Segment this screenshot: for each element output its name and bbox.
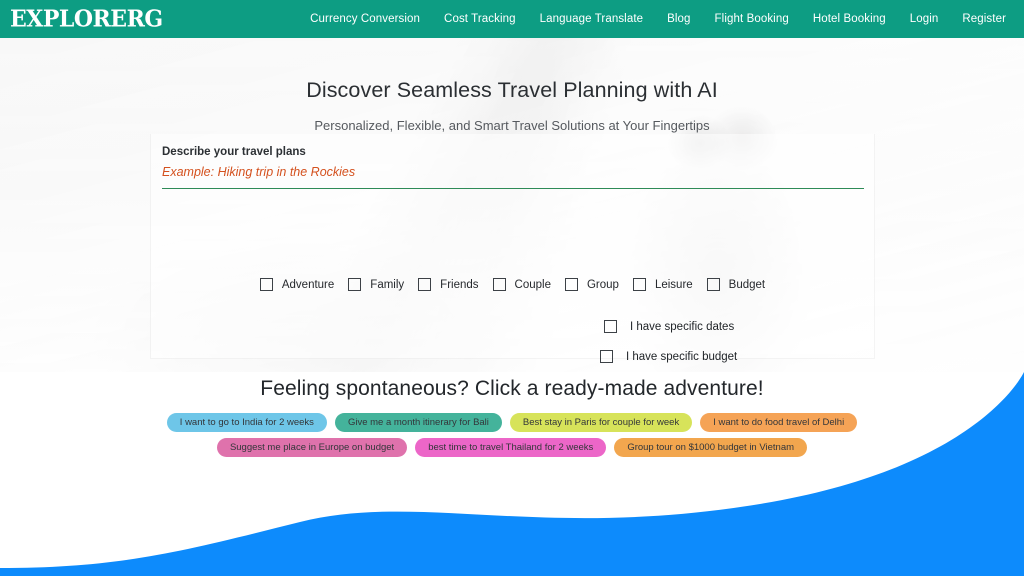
suggestion-pills: I want to go to India for 2 weeks Give m… <box>0 413 1024 457</box>
suggestion-pill-thailand[interactable]: best time to travel Thailand for 2 weeks <box>415 438 607 457</box>
blue-wave-decoration <box>0 372 1024 576</box>
checkbox-box-icon[interactable] <box>418 278 432 291</box>
suggestion-pill-delhi[interactable]: I want to do food travel of Delhi <box>700 413 858 432</box>
checkbox-label: Group <box>586 278 619 291</box>
site-header: EXPLORERG Currency Conversion Cost Track… <box>0 0 1024 38</box>
checkbox-leisure[interactable]: Leisure <box>632 278 693 291</box>
spontaneous-section: Feeling spontaneous? Click a ready-made … <box>0 372 1024 576</box>
checkbox-label: Budget <box>728 278 766 291</box>
itinerary-form-card: Describe your travel plans Adventure Fam… <box>150 134 875 363</box>
nav-item-blog[interactable]: Blog <box>667 13 690 25</box>
checkbox-box-icon[interactable] <box>600 350 613 363</box>
checkbox-group[interactable]: Group <box>564 278 619 291</box>
hero-section: Discover Seamless Travel Planning with A… <box>0 38 1024 372</box>
checkbox-box-icon[interactable] <box>706 278 720 291</box>
checkbox-box-icon[interactable] <box>564 278 578 291</box>
travel-plans-input[interactable] <box>162 165 864 189</box>
checkbox-friends[interactable]: Friends <box>418 278 479 291</box>
checkbox-label: Leisure <box>654 278 693 291</box>
suggestion-pill-paris[interactable]: Best stay in Paris for couple for week <box>509 413 693 432</box>
checkbox-box-icon[interactable] <box>348 278 362 291</box>
nav-item-register[interactable]: Register <box>962 13 1006 25</box>
checkbox-specific-budget[interactable]: I have specific budget <box>600 350 737 363</box>
site-logo[interactable]: EXPLORERG <box>10 7 163 31</box>
nav-item-cost-tracking[interactable]: Cost Tracking <box>444 13 516 25</box>
checkbox-adventure[interactable]: Adventure <box>259 278 335 291</box>
checkbox-budget[interactable]: Budget <box>706 278 766 291</box>
checkbox-specific-dates[interactable]: I have specific dates <box>604 320 734 333</box>
suggestion-row-1: I want to go to India for 2 weeks Give m… <box>0 413 1024 432</box>
checkbox-box-icon[interactable] <box>259 278 273 291</box>
suggestion-pill-vietnam[interactable]: Group tour on $1000 budget in Vietnam <box>614 438 808 457</box>
suggestion-row-2: Suggest me place in Europe on budget bes… <box>0 438 1024 457</box>
checkbox-label: Adventure <box>281 278 335 291</box>
travel-plans-label: Describe your travel plans <box>162 146 306 158</box>
page-subtitle: Personalized, Flexible, and Smart Travel… <box>314 118 710 133</box>
hero-content: Discover Seamless Travel Planning with A… <box>0 38 1024 133</box>
checkbox-label: I have specific dates <box>630 320 735 333</box>
checkbox-label: Friends <box>440 278 479 291</box>
travel-type-checkbox-group: Adventure Family Friends Couple Group Le… <box>151 278 874 291</box>
page-title: Discover Seamless Travel Planning with A… <box>306 78 718 102</box>
checkbox-label: Family <box>370 278 405 291</box>
checkbox-box-icon[interactable] <box>492 278 506 291</box>
suggestion-pill-india[interactable]: I want to go to India for 2 weeks <box>166 413 327 432</box>
nav-item-login[interactable]: Login <box>910 13 939 25</box>
nav-item-currency-conversion[interactable]: Currency Conversion <box>310 13 420 25</box>
nav-item-flight-booking[interactable]: Flight Booking <box>715 13 789 25</box>
checkbox-couple[interactable]: Couple <box>492 278 551 291</box>
main-navigation: Currency Conversion Cost Tracking Langua… <box>310 13 1006 25</box>
suggestion-pill-bali[interactable]: Give me a month itinerary for Bali <box>334 413 502 432</box>
suggestion-pill-europe[interactable]: Suggest me place in Europe on budget <box>216 438 408 457</box>
spontaneous-title: Feeling spontaneous? Click a ready-made … <box>260 377 764 400</box>
nav-item-hotel-booking[interactable]: Hotel Booking <box>813 13 886 25</box>
checkbox-family[interactable]: Family <box>348 278 404 291</box>
checkbox-label: Couple <box>514 278 551 291</box>
checkbox-box-icon[interactable] <box>604 320 617 333</box>
checkbox-label: I have specific budget <box>626 350 738 363</box>
nav-item-language-translate[interactable]: Language Translate <box>540 13 643 25</box>
checkbox-box-icon[interactable] <box>632 278 646 291</box>
